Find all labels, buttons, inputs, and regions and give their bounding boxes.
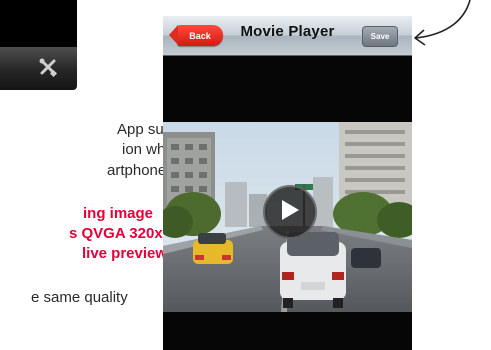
play-icon (279, 198, 301, 227)
highlight-line-2: s QVGA 320x (69, 225, 163, 242)
wrench-icon[interactable] (37, 57, 59, 79)
highlight-line-3: live preview (82, 245, 168, 262)
navigation-bar: Back Movie Player Save (163, 16, 412, 56)
movie-player-screen: Back Movie Player Save (163, 16, 412, 350)
description-line-3: artphone. (107, 162, 171, 179)
highlight-line-1: ing image (83, 205, 154, 222)
phone-screen (0, 0, 77, 47)
phone-fragment (0, 0, 90, 93)
save-button[interactable]: Save (362, 26, 398, 47)
curved-arrow-icon (414, 0, 471, 46)
play-button[interactable] (263, 185, 317, 239)
phone-toolbar (0, 47, 77, 90)
footer-line: e same quality (31, 289, 128, 306)
